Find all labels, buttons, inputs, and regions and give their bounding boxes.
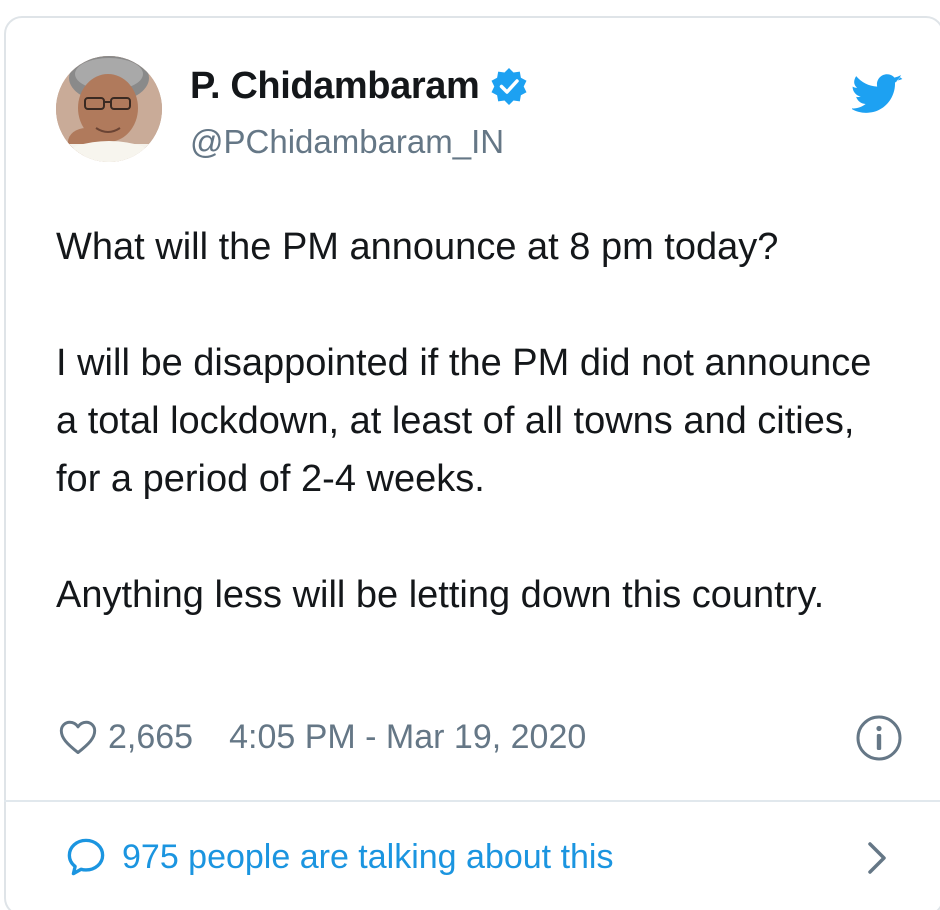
like-count[interactable]: 2,665 <box>108 718 193 757</box>
info-icon[interactable] <box>855 714 903 762</box>
author-handle[interactable]: @PChidambaram_IN <box>190 123 504 161</box>
tweet-paragraph: Anything less will be letting down this … <box>56 574 825 616</box>
tweet-timestamp[interactable]: 4:05 PM - Mar 19, 2020 <box>229 718 586 757</box>
profile-photo <box>56 56 162 162</box>
twitter-bird-icon[interactable] <box>850 74 904 116</box>
chevron-right-icon[interactable] <box>862 838 892 878</box>
tweet-meta-row: 2,665 4:05 PM - Mar 19, 2020 <box>58 712 586 762</box>
display-name[interactable]: P. Chidambaram <box>190 65 480 108</box>
conversation-link[interactable]: 975 people are talking about this <box>64 832 613 882</box>
talking-about-text[interactable]: 975 people are talking about this <box>122 838 613 877</box>
tweet-text: What will the PM announce at 8 pm today?… <box>56 218 896 624</box>
avatar[interactable] <box>56 56 162 162</box>
heart-icon[interactable] <box>58 719 98 755</box>
speech-bubble-icon <box>64 836 108 878</box>
author-name-row[interactable]: P. Chidambaram <box>190 60 529 112</box>
tweet-paragraph: I will be disappointed if the PM did not… <box>56 342 872 500</box>
tweet-paragraph: What will the PM announce at 8 pm today? <box>56 226 779 268</box>
divider <box>4 800 940 802</box>
verified-badge-icon <box>489 66 529 106</box>
